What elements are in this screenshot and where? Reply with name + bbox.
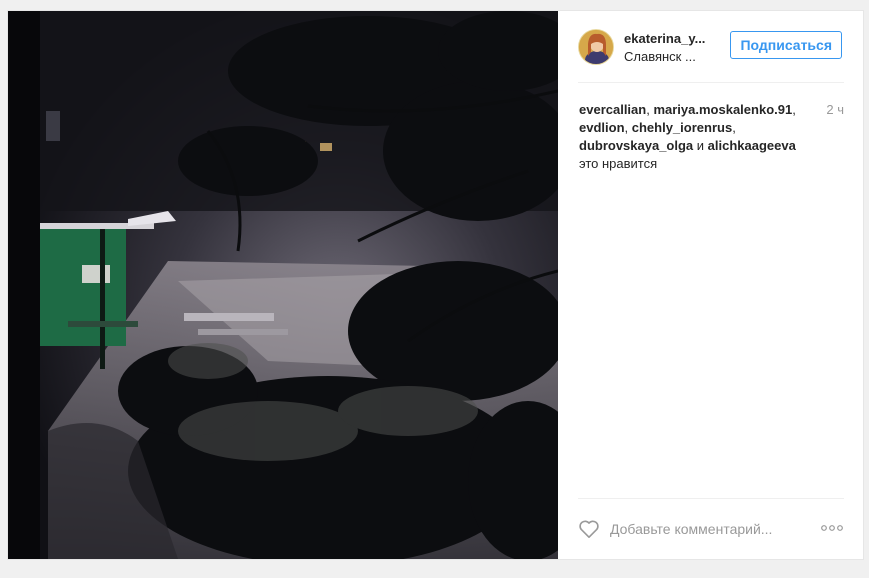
likes-separator: , bbox=[732, 120, 736, 135]
liker-link[interactable]: dubrovskaya_olga bbox=[579, 138, 693, 153]
heart-icon[interactable] bbox=[578, 519, 600, 539]
liker-link[interactable]: evdlion bbox=[579, 120, 625, 135]
more-options-icon[interactable] bbox=[820, 521, 844, 537]
likes-separator: , bbox=[624, 120, 632, 135]
follow-button[interactable]: Подписаться bbox=[730, 31, 842, 59]
location-link[interactable]: Славянск ... bbox=[624, 49, 719, 64]
likes-separator: , bbox=[792, 102, 796, 117]
liker-link[interactable]: chehly_iorenrus bbox=[632, 120, 732, 135]
header-divider bbox=[578, 82, 844, 83]
liker-link[interactable]: evercallian bbox=[579, 102, 646, 117]
username-link[interactable]: ekaterina_y... bbox=[624, 31, 719, 46]
post-header: ekaterina_y... Славянск ... Подписаться bbox=[578, 29, 844, 71]
post-card: ekaterina_y... Славянск ... Подписаться … bbox=[7, 10, 864, 560]
likes-summary: evercallian, mariya.moskalenko.91, evdli… bbox=[579, 101, 804, 173]
comment-input[interactable] bbox=[610, 518, 800, 540]
post-sidebar: ekaterina_y... Славянск ... Подписаться … bbox=[558, 11, 864, 559]
post-timestamp[interactable]: 2 ч bbox=[826, 101, 844, 119]
liker-link[interactable]: mariya.moskalenko.91 bbox=[653, 102, 792, 117]
comment-row bbox=[578, 515, 844, 543]
likes-suffix: это нравится bbox=[579, 156, 658, 171]
likes-connector: и bbox=[693, 138, 708, 153]
liker-link[interactable]: alichkaageeva bbox=[708, 138, 796, 153]
post-photo[interactable] bbox=[8, 11, 558, 559]
avatar-image bbox=[579, 30, 613, 64]
night-snow-photo bbox=[8, 11, 558, 559]
user-meta: ekaterina_y... Славянск ... bbox=[624, 31, 719, 64]
comment-divider bbox=[578, 498, 844, 499]
avatar[interactable] bbox=[578, 29, 614, 65]
